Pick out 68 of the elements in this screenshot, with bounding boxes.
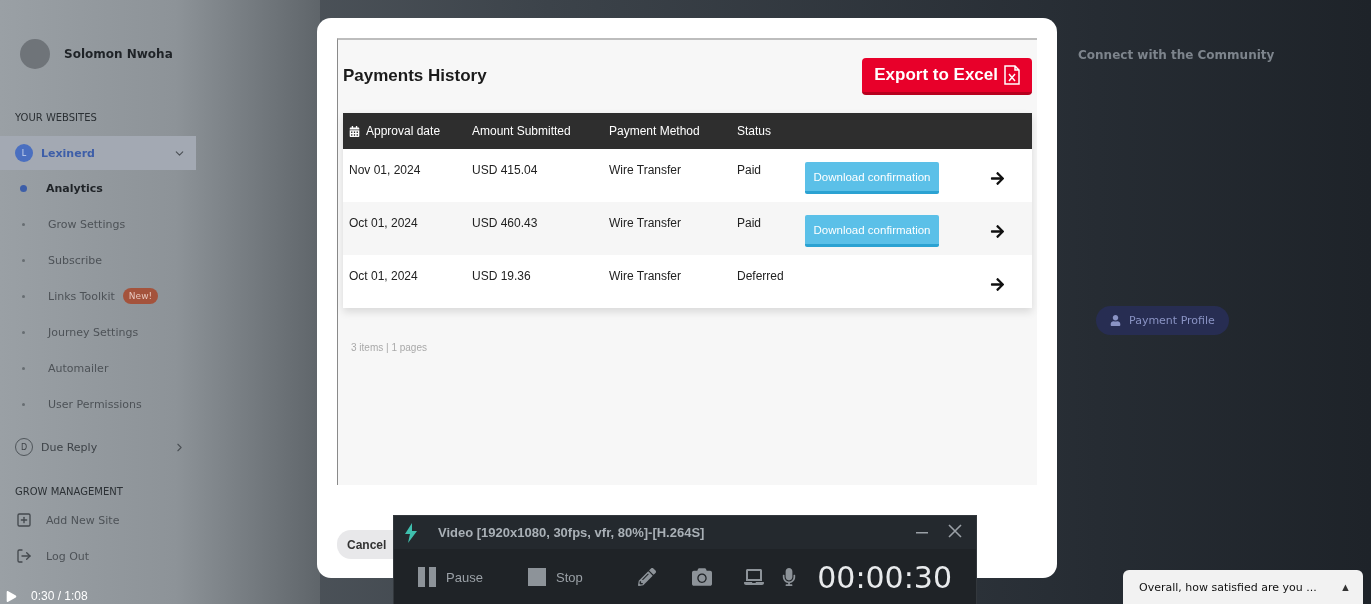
table-cell-text: USD 415.04 <box>471 162 539 179</box>
calendar-icon <box>349 125 360 137</box>
add-square-icon <box>16 512 32 528</box>
column-header: Status <box>737 124 772 138</box>
table-cell-text: Oct 01, 2024 <box>348 268 419 285</box>
menu-item[interactable]: User Permissions <box>48 397 142 411</box>
pagination-info: 3 items | 1 pages <box>350 342 428 353</box>
section-heading: GROW MANAGEMENT <box>14 486 124 499</box>
table-cell-text: Oct 01, 2024 <box>348 215 419 232</box>
table-cell-text: Paid <box>736 215 763 232</box>
microphone-icon[interactable] <box>780 568 798 586</box>
close-icon <box>948 524 962 538</box>
download-button[interactable]: Download confirmation <box>805 162 939 194</box>
laptop-icon[interactable] <box>744 567 764 587</box>
table-cell-text: USD 460.43 <box>471 215 539 232</box>
stop-icon <box>528 568 546 586</box>
survey-question: Overall, how satisfied are you ... <box>1139 580 1317 594</box>
site-item[interactable]: L Lexinerd <box>0 136 196 170</box>
arrow-right-icon[interactable] <box>990 223 1005 239</box>
pause-button[interactable]: Pause <box>418 567 512 587</box>
play-icon[interactable] <box>6 590 17 602</box>
menu-item[interactable]: Subscribe <box>48 253 103 267</box>
site-item[interactable]: D Due Reply <box>0 430 196 464</box>
survey-popup[interactable]: Overall, how satisfied are you ... ▲ <box>1123 570 1363 604</box>
section-heading: YOUR WEBSITES <box>14 112 98 125</box>
table-cell-text: Wire Transfer <box>608 268 682 285</box>
recording-timer: 00:00:30 <box>817 559 952 595</box>
community-link[interactable]: Connect with the Community <box>1078 48 1275 62</box>
menu-item[interactable]: Links Toolkit <box>48 289 115 303</box>
payment-profile-button[interactable]: Payment Profile <box>1096 306 1229 335</box>
modal-title: Payments History <box>343 66 487 86</box>
table-cell-text: Paid <box>736 162 763 179</box>
menu-item[interactable]: Grow Settings <box>48 217 126 231</box>
logout-icon <box>16 548 32 564</box>
menu-item[interactable]: Log Out <box>46 549 90 563</box>
video-time: 0:30 / 1:08 <box>31 589 88 603</box>
menu-item[interactable]: Analytics <box>46 181 103 195</box>
cancel-button[interactable]: Cancel <box>337 530 395 559</box>
menu-item[interactable]: Add New Site <box>46 513 120 527</box>
column-header: Amount Submitted <box>472 124 571 138</box>
stop-button[interactable]: Stop <box>528 568 622 586</box>
pause-icon <box>418 567 436 587</box>
download-button[interactable]: Download confirmation <box>805 215 939 247</box>
lightning-icon <box>404 522 418 543</box>
table-cell-text: Deferred <box>736 268 785 285</box>
new-badge: New! <box>122 288 159 304</box>
camera-icon[interactable] <box>692 567 712 587</box>
pencil-icon[interactable] <box>638 568 656 586</box>
arrow-right-icon[interactable] <box>990 170 1005 186</box>
table-cell-text: Wire Transfer <box>608 215 682 232</box>
arrow-right-icon[interactable] <box>990 276 1005 292</box>
site-name: Lexinerd <box>41 146 96 160</box>
user-name: Solomon Nwoha <box>64 47 173 61</box>
site-name: Due Reply <box>41 440 99 454</box>
table-cell-text: USD 19.36 <box>471 268 532 285</box>
menu-item[interactable]: Journey Settings <box>48 325 139 339</box>
export-button[interactable]: Export to Excel <box>862 57 1032 95</box>
excel-file-icon <box>1004 64 1020 85</box>
site-initial: L <box>15 144 33 162</box>
avatar <box>20 39 50 69</box>
menu-item[interactable]: Automailer <box>48 361 109 375</box>
recorder-title: Video [1920x1080, 30fps, vfr, 80%]-[H.264S] <box>438 525 706 540</box>
column-header: Approval date <box>366 124 441 138</box>
table-cell-text: Nov 01, 2024 <box>348 162 422 179</box>
table-cell-text: Wire Transfer <box>608 162 682 179</box>
user-icon <box>1110 315 1121 326</box>
expand-toggle[interactable]: ▲ <box>1340 581 1351 593</box>
column-header: Payment Method <box>609 124 700 138</box>
